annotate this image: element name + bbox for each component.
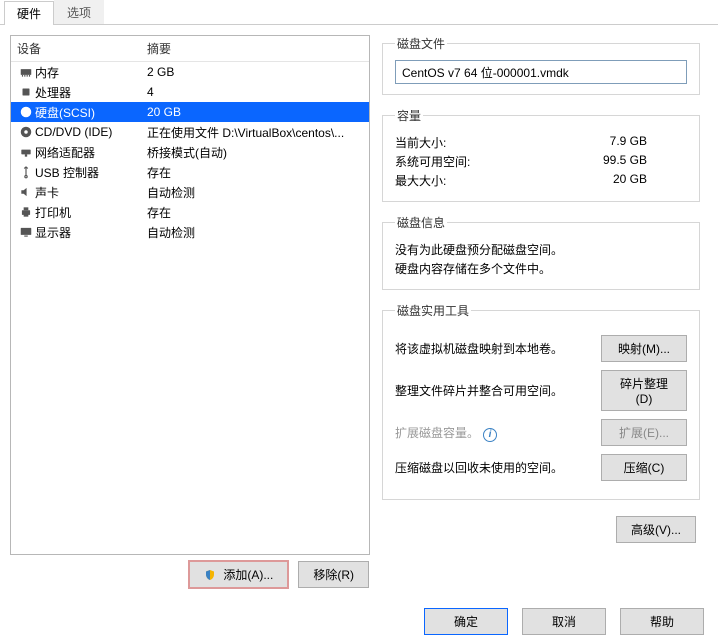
diskfile-group: 磁盘文件 [382,35,700,95]
sound-icon [17,185,35,199]
device-summary: 自动检测 [147,224,363,241]
map-text: 将该虚拟机磁盘映射到本地卷。 [395,340,591,357]
dialog-footer: 确定 取消 帮助 [424,608,704,635]
device-row-disk[interactable]: 硬盘(SCSI)20 GB [11,102,369,122]
device-summary: 存在 [147,164,363,181]
tab-strip: 硬件 选项 [0,0,718,25]
device-name: 硬盘(SCSI) [35,104,147,121]
capacity-legend: 容量 [395,107,423,124]
device-name: 声卡 [35,184,147,201]
device-summary: 20 GB [147,105,363,119]
device-row-printer[interactable]: 打印机存在 [11,202,369,222]
device-name: USB 控制器 [35,164,147,181]
device-row-cd[interactable]: CD/DVD (IDE)正在使用文件 D:\VirtualBox\centos\… [11,122,369,142]
header-summary: 摘要 [147,40,363,57]
current-size-label: 当前大小: [395,134,446,151]
device-summary: 桥接模式(自动) [147,144,363,161]
device-summary: 自动检测 [147,184,363,201]
cancel-button[interactable]: 取消 [522,608,606,635]
printer-icon [17,205,35,219]
device-name: 网络适配器 [35,144,147,161]
advanced-button[interactable]: 高级(V)... [616,516,696,543]
memory-icon [17,65,35,79]
disk-icon [17,105,35,119]
utilities-group: 磁盘实用工具 将该虚拟机磁盘映射到本地卷。 映射(M)... 整理文件碎片并整合… [382,302,700,500]
device-name: 内存 [35,64,147,81]
free-space-label: 系统可用空间: [395,153,470,170]
cd-icon [17,125,35,139]
diskfile-input[interactable] [395,60,687,84]
map-button[interactable]: 映射(M)... [601,335,687,362]
device-name: CD/DVD (IDE) [35,125,147,139]
max-size-label: 最大大小: [395,172,446,189]
free-space-value: 99.5 GB [603,153,647,170]
compact-text: 压缩磁盘以回收未使用的空间。 [395,459,591,476]
info-icon[interactable]: i [483,428,497,442]
device-summary: 存在 [147,204,363,221]
utilities-legend: 磁盘实用工具 [395,302,471,319]
cpu-icon [17,85,35,99]
defrag-text: 整理文件碎片并整合可用空间。 [395,382,591,399]
remove-button[interactable]: 移除(R) [298,561,369,588]
net-icon [17,145,35,159]
device-list-header: 设备 摘要 [11,36,369,62]
compact-button[interactable]: 压缩(C) [601,454,687,481]
capacity-group: 容量 当前大小: 7.9 GB 系统可用空间: 99.5 GB 最大大小: 20 GB [382,107,700,202]
device-row-sound[interactable]: 声卡自动检测 [11,182,369,202]
defrag-button[interactable]: 碎片整理(D) [601,370,687,411]
shield-icon [204,569,216,581]
ok-button[interactable]: 确定 [424,608,508,635]
device-row-usb[interactable]: USB 控制器存在 [11,162,369,182]
diskinfo-line1: 没有为此硬盘预分配磁盘空间。 [395,241,687,258]
help-button[interactable]: 帮助 [620,608,704,635]
header-device: 设备 [17,40,147,57]
tab-options[interactable]: 选项 [54,0,104,24]
device-row-cpu[interactable]: 处理器4 [11,82,369,102]
diskfile-legend: 磁盘文件 [395,35,447,52]
expand-button: 扩展(E)... [601,419,687,446]
current-size-value: 7.9 GB [610,134,647,151]
diskinfo-group: 磁盘信息 没有为此硬盘预分配磁盘空间。 硬盘内容存储在多个文件中。 [382,214,700,290]
device-summary: 4 [147,85,363,99]
add-button[interactable]: 添加(A)... [189,561,288,588]
device-name: 处理器 [35,84,147,101]
device-row-display[interactable]: 显示器自动检测 [11,222,369,242]
diskinfo-line2: 硬盘内容存储在多个文件中。 [395,260,687,277]
device-row-memory[interactable]: 内存2 GB [11,62,369,82]
device-summary: 正在使用文件 D:\VirtualBox\centos\... [147,124,363,141]
device-list[interactable]: 内存2 GB处理器4硬盘(SCSI)20 GBCD/DVD (IDE)正在使用文… [11,62,369,554]
max-size-value: 20 GB [613,172,647,189]
device-name: 显示器 [35,224,147,241]
expand-text: 扩展磁盘容量。i [395,424,591,442]
device-row-net[interactable]: 网络适配器桥接模式(自动) [11,142,369,162]
usb-icon [17,165,35,179]
tab-hardware[interactable]: 硬件 [4,1,54,25]
diskinfo-legend: 磁盘信息 [395,214,447,231]
device-name: 打印机 [35,204,147,221]
display-icon [17,225,35,239]
device-panel: 设备 摘要 内存2 GB处理器4硬盘(SCSI)20 GBCD/DVD (IDE… [10,35,370,555]
device-summary: 2 GB [147,65,363,79]
